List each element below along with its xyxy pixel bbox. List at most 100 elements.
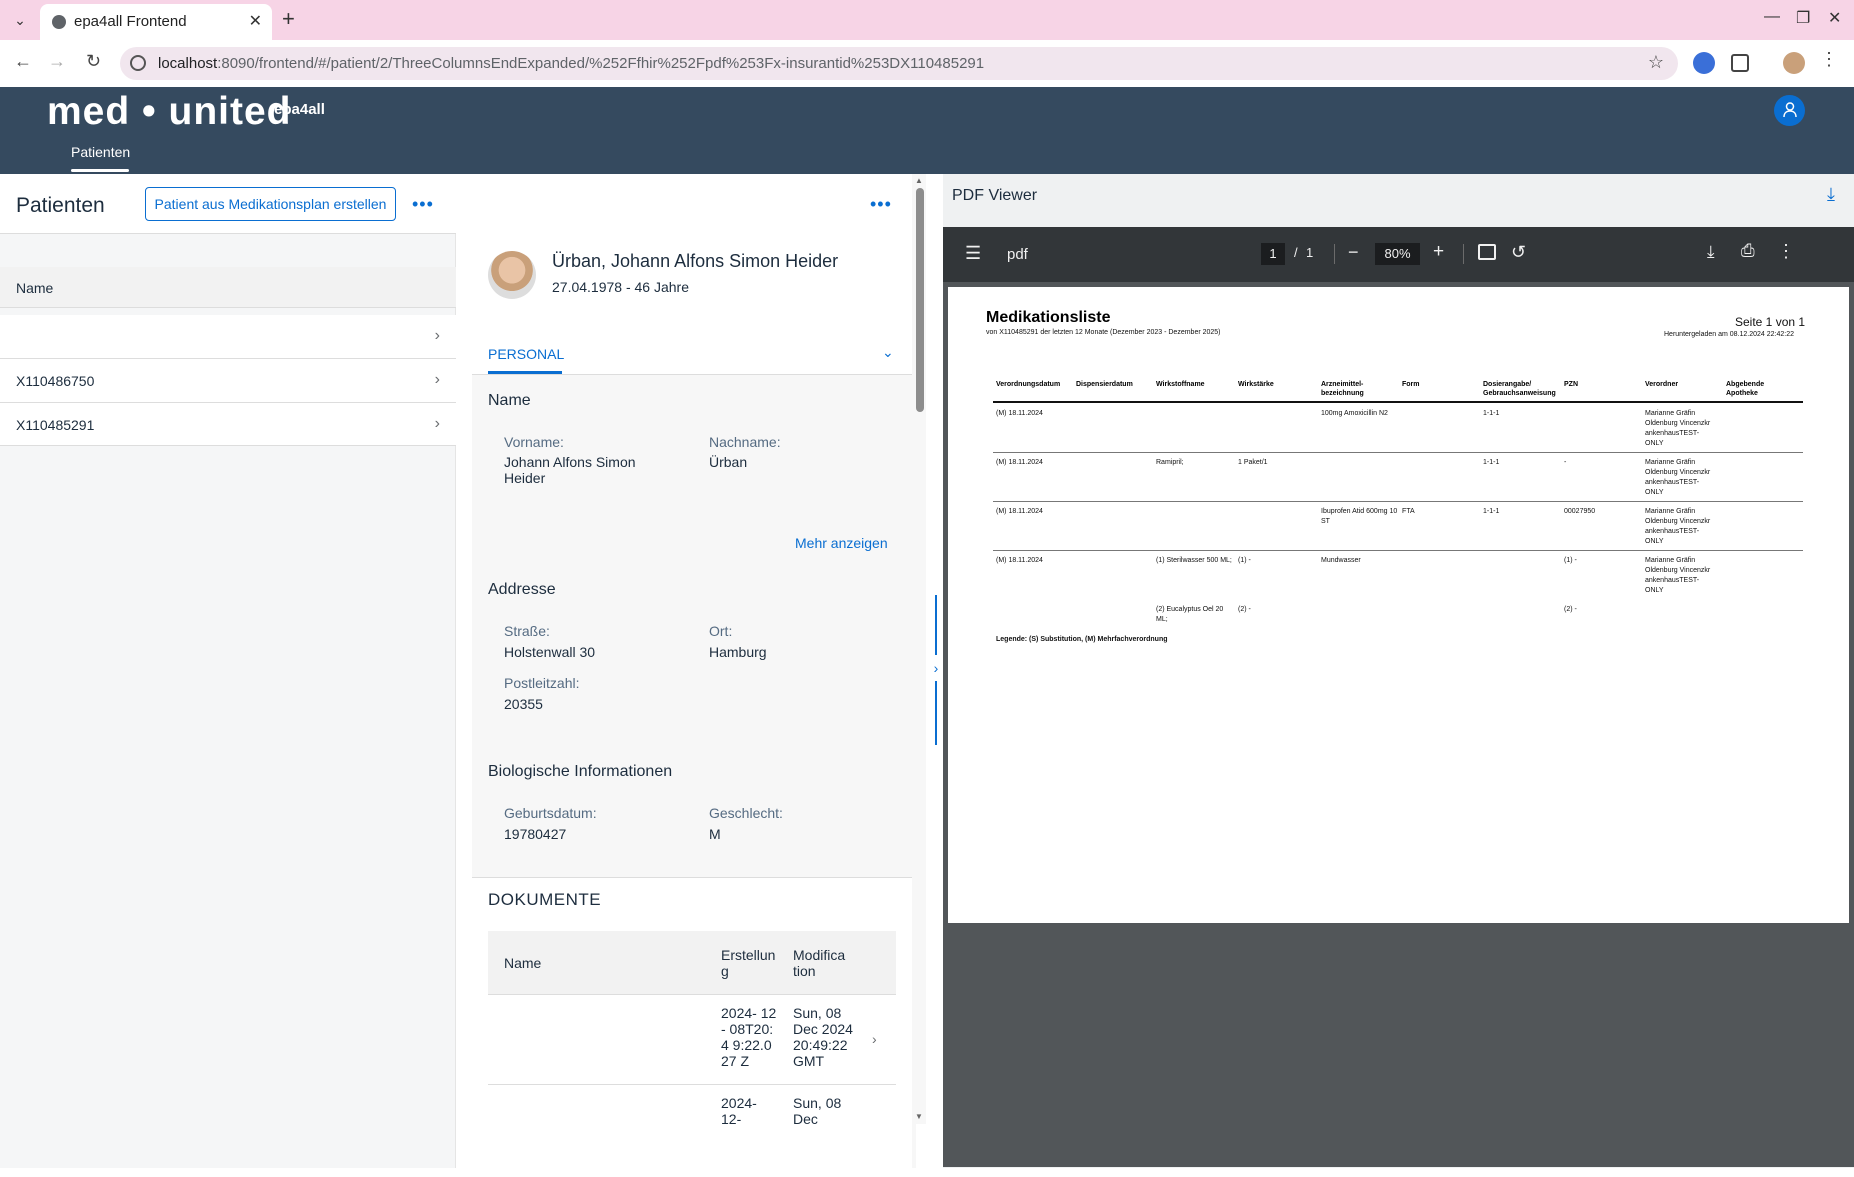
reload-icon[interactable]: ↻ [86, 51, 101, 72]
ort-label: Ort: [709, 623, 733, 639]
rotate-icon[interactable]: ↺ [1511, 242, 1526, 263]
tab-dropdown-icon[interactable]: ⌄ [8, 9, 32, 31]
url-host: localhost [158, 55, 218, 72]
page-separator: / [1294, 245, 1298, 260]
pdf-table-cell: (2) Eucalyptus Oel 20 ML; [1156, 606, 1224, 623]
pdf-column-header: Dosierangabe/ Gebrauchsanweisung [1483, 381, 1556, 397]
pdf-subtitle: von X110485291 der letzten 12 Monate (De… [986, 329, 1221, 336]
pdf-table-cell: (2) - [1238, 606, 1251, 613]
pdf-row-rule [993, 501, 1803, 502]
pdf-column-header: Verordner [1645, 381, 1679, 388]
column-splitter[interactable]: › [926, 595, 946, 745]
pdf-table-cell: 1 Paket/1 [1238, 459, 1268, 466]
pdf-page-info: Seite 1 von 1 [1735, 315, 1806, 329]
nachname-label: Nachname: [709, 434, 781, 450]
strasse-label: Straße: [504, 623, 550, 639]
pdf-downloaded: Heruntergeladen am 08.12.2024 22:42:22 [1664, 331, 1794, 338]
table-row[interactable]: › [0, 315, 456, 359]
divider [472, 877, 912, 878]
logo-subtitle: epa4all [274, 101, 325, 118]
patients-column: Patienten Patient aus Medikationsplan er… [0, 174, 456, 1168]
zoom-out-icon[interactable]: − [1348, 242, 1359, 263]
patient-detail-column: ••• Ürban, Johann Alfons Simon Heider 27… [472, 174, 916, 1177]
strasse-value: Holstenwall 30 [504, 644, 596, 660]
browser-tab[interactable]: epa4all Frontend ✕ [40, 4, 272, 40]
detail-scrollbar[interactable]: ▲ ▼ [914, 174, 926, 1124]
chevron-right-icon: › [434, 327, 440, 344]
section-address: Addresse [488, 581, 556, 598]
star-icon[interactable]: ☆ [1648, 52, 1664, 73]
restore-icon[interactable]: ❐ [1796, 8, 1810, 28]
download-icon[interactable]: ⤓ [1827, 184, 1835, 205]
logo[interactable]: med • united [47, 90, 292, 134]
row-value: X110485291 [16, 417, 95, 433]
pdf-viewer: ☰ pdf 1 / 1 − 80% + ↺ ⤓ ⎙ ⋮ Medikationsl… [943, 227, 1854, 1167]
close-icon[interactable]: ✕ [249, 11, 262, 31]
nav-patienten[interactable]: Patienten [71, 144, 130, 160]
chevron-right-icon: › [434, 371, 440, 388]
pdf-header-rule [993, 401, 1803, 403]
pdf-table-cell: (1) - [1564, 557, 1577, 564]
table-row[interactable]: X110485291 › [0, 403, 456, 446]
menu-icon[interactable]: ☰ [965, 243, 981, 264]
zoom-input[interactable]: 80% [1375, 243, 1420, 265]
pdf-column-header: Verordnungsdatum [996, 381, 1061, 388]
more-icon[interactable]: ••• [870, 194, 892, 215]
page-input[interactable]: 1 [1261, 243, 1285, 265]
documents-section: DOKUMENTE Name Erstellun g Modifica tion… [472, 877, 912, 1177]
pdf-table-cell: Marianne Gräfin Oldenburg Vincenzkr anke… [1645, 459, 1711, 496]
pdf-column-header: Arzneimittel- bezeichnung [1321, 381, 1364, 397]
user-icon[interactable] [1774, 95, 1805, 126]
info-icon[interactable] [130, 55, 146, 71]
pdf-table-cell: FTA [1402, 508, 1415, 515]
scroll-up-icon[interactable]: ▲ [915, 176, 923, 185]
print-icon[interactable]: ⎙ [1741, 241, 1755, 261]
url-path: :8090/frontend/#/patient/2/ThreeColumnsE… [217, 55, 985, 72]
url-text[interactable]: localhost:8090/frontend/#/patient/2/Thre… [158, 55, 984, 72]
pdf-toolbar: ☰ pdf 1 / 1 − 80% + ↺ ⤓ ⎙ ⋮ [943, 227, 1854, 282]
fit-page-icon[interactable] [1478, 244, 1496, 260]
extension-icon[interactable] [1693, 52, 1715, 74]
zoom-in-icon[interactable]: + [1433, 241, 1444, 263]
table-row[interactable]: X110486750 › [0, 359, 456, 403]
nav-active-indicator [71, 169, 129, 172]
scroll-down-icon[interactable]: ▼ [915, 1112, 923, 1121]
tab-personal[interactable]: PERSONAL [488, 346, 564, 362]
extensions-puzzle-icon[interactable] [1731, 54, 1749, 72]
pdf-table-cell: Marianne Gräfin Oldenburg Vincenzkr anke… [1645, 508, 1711, 545]
patient-name: Ürban, Johann Alfons Simon Heider [552, 251, 839, 271]
pdf-table-cell: (1) Sterilwasser 500 ML; [1156, 557, 1232, 564]
minimize-icon[interactable]: — [1764, 8, 1780, 26]
plz-label: Postleitzahl: [504, 675, 580, 691]
download-icon[interactable]: ⤓ [1707, 242, 1715, 262]
documents-title: DOKUMENTE [488, 890, 602, 909]
scrollbar-thumb[interactable] [916, 188, 924, 412]
back-icon[interactable]: ← [14, 51, 32, 72]
chevron-right-icon: › [872, 1031, 877, 1047]
close-window-icon[interactable]: ✕ [1828, 8, 1841, 28]
plus-icon[interactable]: + [282, 6, 295, 32]
section-bio: Biologische Informationen [488, 763, 673, 780]
address-bar-row: ← → ↻ localhost:8090/frontend/#/patient/… [0, 40, 1854, 87]
more-vertical-icon[interactable]: ⋮ [1777, 241, 1795, 262]
more-icon[interactable]: ••• [412, 194, 434, 215]
table-row[interactable]: 2024- 12- Sun, 08 Dec [488, 1085, 896, 1145]
pdf-column-header: Abgebende Apotheke [1726, 381, 1765, 397]
patients-header: Patienten Patient aus Medikationsplan er… [0, 174, 456, 234]
create-from-medication-plan-button[interactable]: Patient aus Medikationsplan erstellen [145, 187, 396, 221]
geschlecht-label: Geschlecht: [709, 805, 783, 821]
forward-icon[interactable]: → [48, 51, 66, 72]
geburtsdatum-value: 19780427 [504, 826, 567, 842]
more-vertical-icon[interactable]: ⋮ [1820, 49, 1838, 70]
nachname-value: Ürban [709, 454, 748, 470]
pdf-table-cell: 100mg Amoxicillin N2 [1321, 410, 1388, 417]
pdf-column-header: PZN [1564, 381, 1578, 388]
show-more-link[interactable]: Mehr anzeigen [795, 535, 888, 551]
vorname-value: Johann Alfons Simon Heider [504, 454, 636, 486]
pdf-row-rule [993, 452, 1803, 453]
table-row[interactable]: 2024- 12- 08T20:4 9:22.027 Z Sun, 08 Dec… [488, 995, 896, 1085]
pdf-table-cell: 00027950 [1564, 508, 1596, 515]
address-bar[interactable]: localhost:8090/frontend/#/patient/2/Thre… [120, 47, 1678, 80]
chevron-down-icon[interactable]: ⌄ [882, 344, 894, 361]
profile-avatar-icon[interactable] [1783, 52, 1805, 74]
